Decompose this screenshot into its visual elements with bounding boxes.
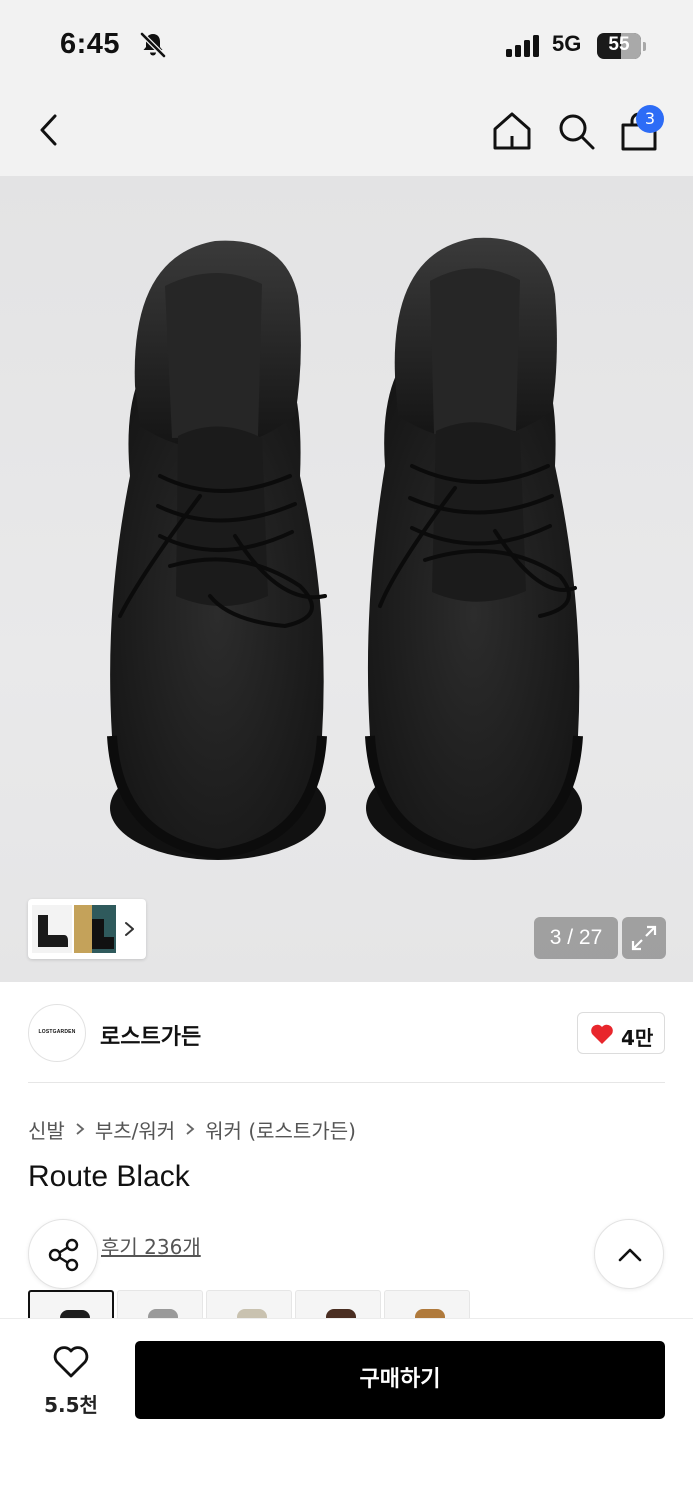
breadcrumb: 신발 부츠/워커 워커 (로스트가든) — [28, 1114, 356, 1144]
thumbnail-image[interactable] — [32, 905, 72, 953]
brand-row: LOSTGARDEN 로스트가든 4만 — [28, 1004, 665, 1062]
color-swatch[interactable] — [206, 1290, 292, 1319]
expand-icon — [631, 925, 657, 951]
heart-filled-icon — [591, 1024, 613, 1044]
brand-name[interactable]: 로스트가든 — [100, 1019, 201, 1051]
back-chevron-icon[interactable] — [32, 110, 68, 150]
breadcrumb-item[interactable]: 부츠/워커 — [95, 1115, 175, 1144]
share-icon — [48, 1238, 79, 1272]
scroll-to-top-button[interactable] — [594, 1219, 664, 1289]
status-time: 6:45 — [60, 28, 121, 60]
thumbnail-image[interactable] — [74, 905, 116, 953]
top-nav-bar — [0, 92, 693, 176]
cart-count-badge: 3 — [636, 105, 664, 133]
bell-muted-icon — [140, 32, 166, 58]
fullscreen-expand-button[interactable] — [622, 917, 666, 959]
breadcrumb-item[interactable]: 신발 — [28, 1115, 65, 1144]
product-title: Route Black — [28, 1160, 190, 1193]
bottom-action-bar: 5.5천 구매하기 — [0, 1318, 693, 1500]
brand-like-count: 4만 — [621, 1026, 654, 1050]
battery-cap — [643, 42, 646, 51]
chevron-right-icon[interactable] — [122, 913, 138, 945]
chevron-right-icon — [76, 1123, 85, 1135]
color-swatch[interactable] — [117, 1290, 203, 1319]
home-icon[interactable] — [490, 110, 534, 152]
color-swatch[interactable] — [28, 1290, 114, 1319]
network-label: 5G — [552, 31, 582, 56]
review-count-link[interactable]: 후기 236개 — [101, 1231, 201, 1260]
gallery-thumbnail-strip[interactable] — [28, 899, 146, 959]
status-bar: 6:45 5G 55 — [0, 0, 693, 92]
brand-logo[interactable]: LOSTGARDEN — [28, 1004, 86, 1062]
search-icon[interactable] — [555, 110, 597, 152]
breadcrumb-item[interactable]: 워커 (로스트가든) — [205, 1115, 356, 1144]
heart-outline-icon — [53, 1346, 89, 1378]
brand-logo-text: LOSTGARDEN — [38, 1029, 76, 1035]
color-swatch[interactable] — [295, 1290, 381, 1319]
color-swatch[interactable] — [384, 1290, 470, 1319]
battery-level: 55 — [608, 34, 630, 55]
brand-like-button[interactable]: 4만 — [577, 1012, 665, 1054]
product-image-gallery[interactable]: 3 / 27 — [0, 176, 693, 982]
share-button[interactable] — [28, 1219, 98, 1289]
chevron-up-icon — [618, 1248, 642, 1262]
product-photo — [107, 237, 583, 860]
battery-icon: 55 — [597, 33, 641, 59]
chevron-right-icon — [186, 1123, 195, 1135]
wishlist-button[interactable]: 5.5천 — [28, 1343, 114, 1423]
color-swatch-list — [28, 1289, 478, 1319]
gallery-page-counter: 3 / 27 — [534, 917, 618, 959]
section-divider — [28, 1082, 665, 1083]
wishlist-count: 5.5천 — [44, 1393, 98, 1417]
signal-icon — [506, 35, 539, 57]
buy-button[interactable]: 구매하기 — [135, 1341, 665, 1419]
